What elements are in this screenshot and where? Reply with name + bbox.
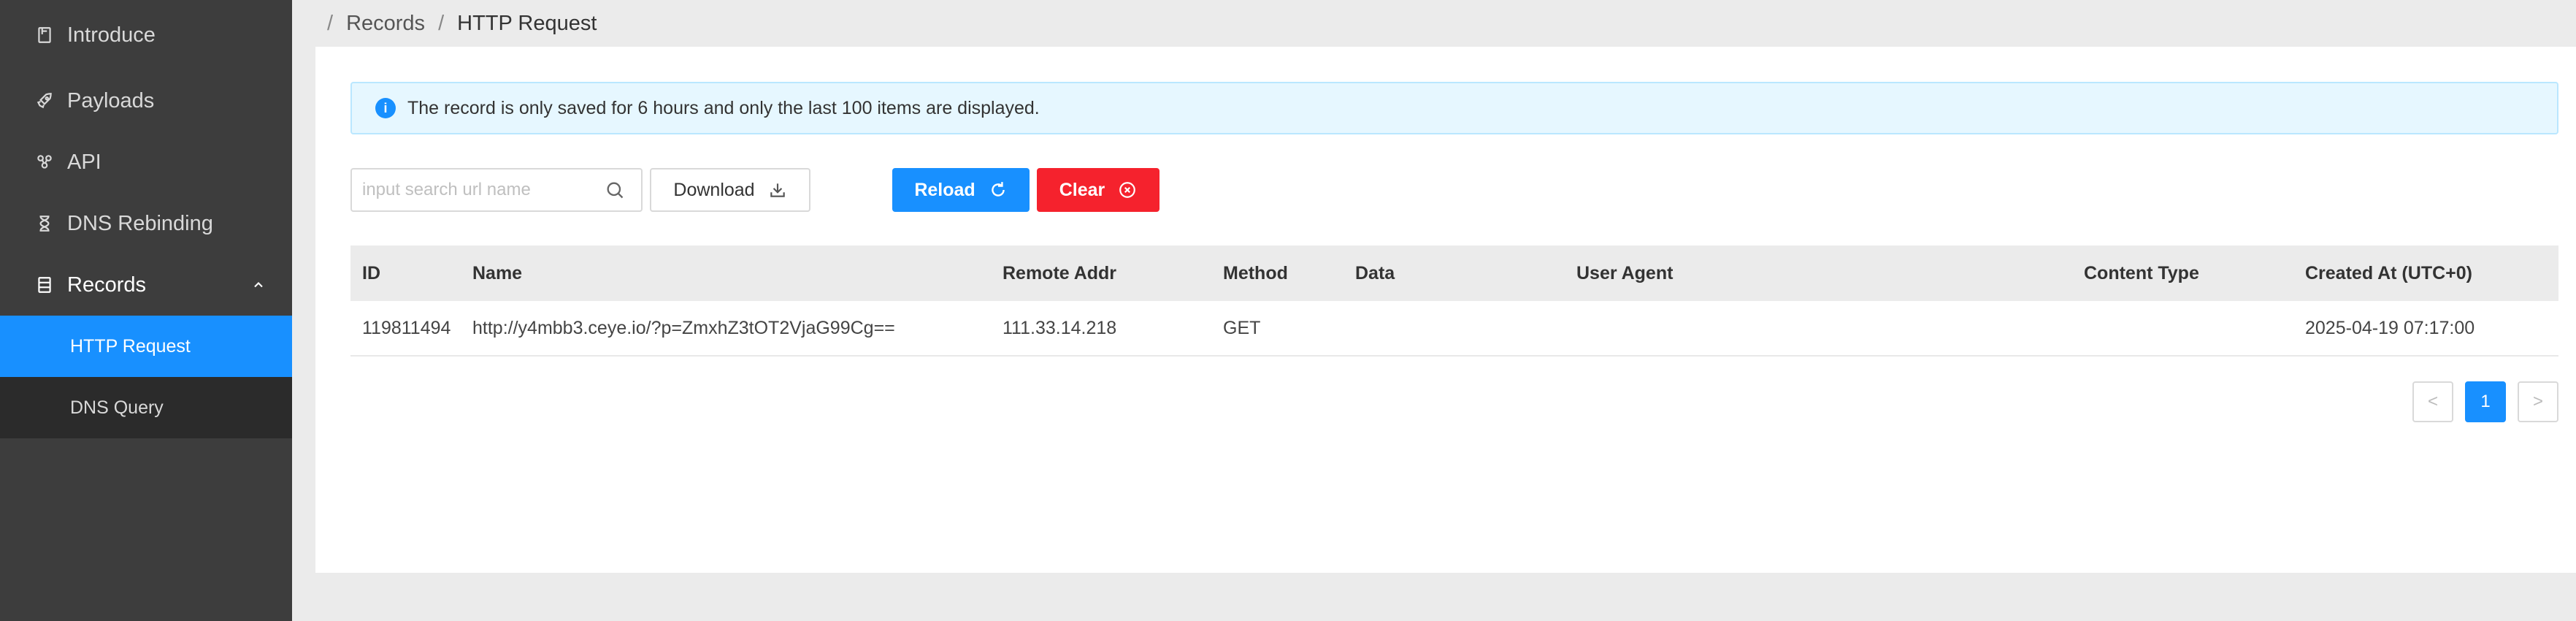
column-header: ID bbox=[362, 262, 380, 283]
alert-message: The record is only saved for 6 hours and… bbox=[407, 97, 1040, 118]
sidebar-item-http-request[interactable]: HTTP Request bbox=[0, 316, 292, 377]
download-icon bbox=[770, 183, 785, 197]
records-table: ID Name Remote Addr Method Data User Age… bbox=[350, 245, 2558, 357]
breadcrumb-item-records[interactable]: Records bbox=[346, 12, 425, 36]
table-cell: GET bbox=[1223, 317, 1261, 338]
column-header: User Agent bbox=[1576, 262, 1674, 283]
prev-page-button[interactable]: < bbox=[2412, 381, 2453, 422]
column-header: Method bbox=[1223, 262, 1288, 283]
rocket-icon bbox=[35, 91, 54, 110]
clear-label: Clear bbox=[1059, 179, 1105, 200]
sidebar-item-records[interactable]: Records bbox=[0, 254, 292, 316]
info-icon: i bbox=[375, 98, 396, 118]
sidebar-subitem-label: DNS Query bbox=[70, 397, 164, 418]
download-label: Download bbox=[673, 179, 755, 200]
breadcrumb: / Records / HTTP Request bbox=[292, 0, 2576, 47]
page-button-1[interactable]: 1 bbox=[2465, 381, 2506, 422]
breadcrumb-separator: / bbox=[438, 11, 445, 35]
next-page-button[interactable]: > bbox=[2518, 381, 2558, 422]
sidebar-item-label: Payloads bbox=[67, 88, 155, 113]
sidebar-item-label: Introduce bbox=[67, 23, 156, 47]
sidebar-item-label: Records bbox=[67, 273, 146, 297]
column-header: Remote Addr bbox=[1003, 262, 1117, 283]
reload-label: Reload bbox=[914, 179, 975, 200]
column-header: Name bbox=[472, 262, 523, 283]
content-card: i The record is only saved for 6 hours a… bbox=[315, 47, 2576, 573]
search-icon[interactable] bbox=[605, 180, 625, 200]
reload-button[interactable]: Reload bbox=[892, 168, 1030, 212]
breadcrumb-separator: / bbox=[327, 11, 334, 35]
pagination: < 1 > bbox=[2401, 381, 2558, 422]
table-cell: 2025-04-19 07:17:00 bbox=[2305, 317, 2475, 338]
column-header: Content Type bbox=[2084, 262, 2199, 283]
table-header: ID Name Remote Addr Method Data User Age… bbox=[350, 245, 2558, 301]
sidebar: Introduce Payloads API DNS Rebinding Rec… bbox=[0, 0, 292, 621]
table-cell: 119811494 bbox=[362, 317, 451, 338]
reload-icon bbox=[991, 182, 1005, 197]
sidebar-item-api[interactable]: API bbox=[0, 132, 292, 193]
info-alert: i The record is only saved for 6 hours a… bbox=[350, 82, 2558, 134]
api-icon bbox=[35, 153, 54, 172]
table-row[interactable]: 119811494 http://y4mbb3.ceye.io/?p=ZmxhZ… bbox=[350, 301, 2558, 357]
download-button[interactable]: Download bbox=[650, 168, 810, 212]
records-submenu: HTTP Request DNS Query bbox=[0, 316, 292, 438]
clear-button[interactable]: Clear bbox=[1037, 168, 1159, 212]
sidebar-item-payloads[interactable]: Payloads bbox=[0, 70, 292, 132]
table-cell: http://y4mbb3.ceye.io/?p=ZmxhZ3tOT2VjaG9… bbox=[472, 317, 895, 338]
sidebar-item-label: API bbox=[67, 150, 101, 174]
search-input[interactable] bbox=[352, 180, 600, 200]
sidebar-subitem-label: HTTP Request bbox=[70, 335, 191, 357]
breadcrumb-item-current: HTTP Request bbox=[457, 11, 597, 35]
chevron-up-icon[interactable] bbox=[251, 278, 266, 292]
sidebar-item-dns-rebinding[interactable]: DNS Rebinding bbox=[0, 193, 292, 254]
book-icon bbox=[35, 26, 54, 45]
sidebar-item-label: DNS Rebinding bbox=[67, 211, 213, 235]
column-header: Created At (UTC+0) bbox=[2305, 262, 2472, 283]
sidebar-item-dns-query[interactable]: DNS Query bbox=[0, 377, 292, 438]
column-header: Data bbox=[1355, 262, 1395, 283]
toolbar: Download Reload Clear bbox=[350, 168, 1227, 212]
table-cell: 111.33.14.218 bbox=[1003, 317, 1117, 338]
close-circle-icon bbox=[1119, 182, 1136, 198]
sidebar-item-introduce[interactable]: Introduce bbox=[0, 0, 292, 70]
hourglass-icon bbox=[35, 214, 54, 233]
search-box bbox=[350, 168, 643, 212]
database-icon bbox=[35, 275, 54, 294]
